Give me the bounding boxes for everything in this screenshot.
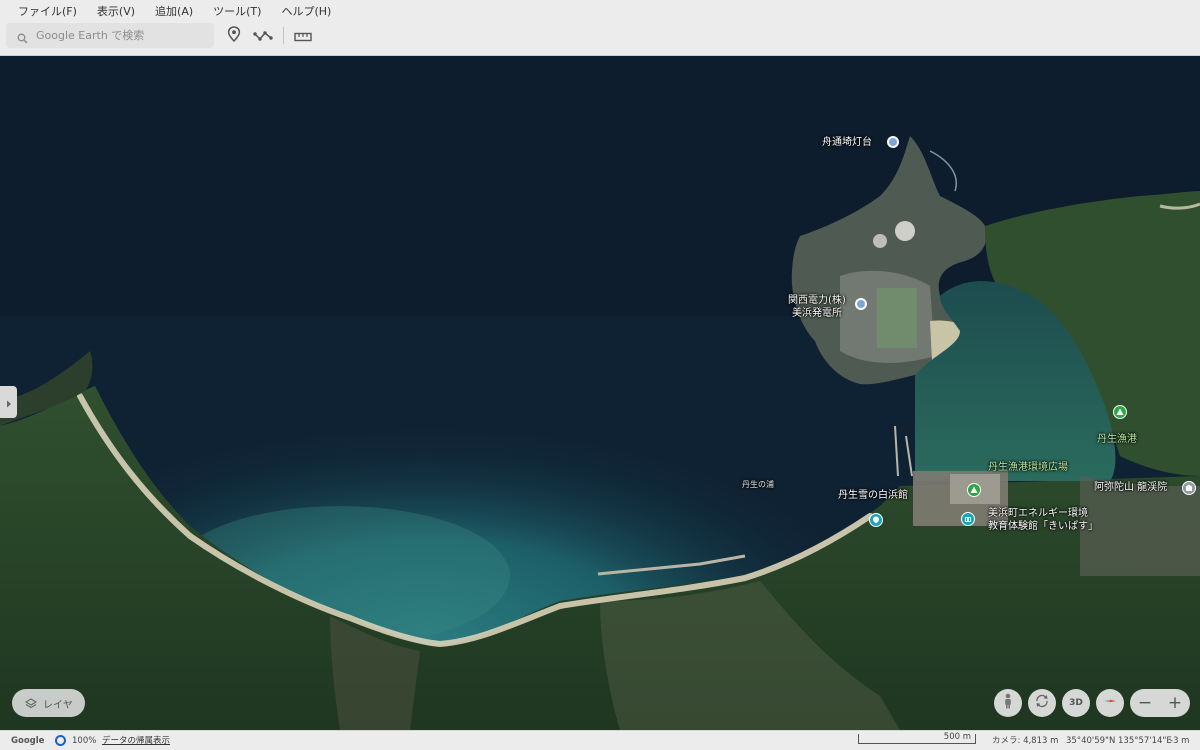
data-attribution-link[interactable]: データの帰属表示 [102, 736, 170, 747]
hotel-pin-icon[interactable] [869, 513, 883, 527]
temple-label[interactable]: 阿弥陀山 龍渓院 [1094, 482, 1167, 494]
lighthouse-label[interactable]: 舟通埼灯台 [822, 137, 872, 149]
path-icon [253, 27, 273, 46]
add-placemark-button[interactable] [222, 24, 246, 48]
google-logo: Google [11, 736, 45, 746]
street-view-button[interactable] [994, 689, 1022, 717]
ruler-icon [294, 27, 312, 46]
power-plant-label-line1[interactable]: 関西電力(株) [788, 295, 846, 307]
fishing-port-label[interactable]: 丹生漁港 [1097, 434, 1137, 446]
power-plant-pin-icon[interactable] [855, 298, 867, 310]
layers-button[interactable]: レイヤ [12, 689, 85, 717]
museum-pin-icon[interactable] [961, 512, 975, 526]
elevation: -3 m [1170, 736, 1190, 746]
zoom-in-button[interactable]: + [1160, 689, 1190, 717]
side-panel-toggle[interactable] [0, 386, 17, 418]
compass-icon [1102, 693, 1118, 713]
ruler-button[interactable] [291, 24, 315, 48]
rotate-icon [1034, 693, 1050, 713]
loading-percent: 100% [72, 736, 97, 746]
power-plant-label-line2[interactable]: 美浜発電所 [792, 308, 842, 320]
energy-center-label-line1[interactable]: 美浜町エネルギー環境 [988, 508, 1088, 520]
search-icon [17, 29, 28, 48]
top-toolbar: ファイル(F) 表示(V) 追加(A) ツール(T) ヘルプ(H) [0, 0, 1200, 56]
scale-bar: 500 m [858, 732, 976, 744]
menu-file[interactable]: ファイル(F) [8, 4, 87, 20]
status-bar: Google 100% データの帰属表示 500 m カメラ: 4,813 m … [0, 730, 1200, 750]
energy-center-label-line2[interactable]: 教育体験館「きいぱす」 [988, 521, 1098, 533]
zoom-out-button[interactable]: − [1130, 689, 1160, 717]
layers-label: レイヤ [43, 699, 73, 711]
layers-icon [24, 694, 38, 713]
menu-tools[interactable]: ツール(T) [203, 4, 271, 20]
zoom-controls: − + [1130, 689, 1190, 717]
toggle-3d-button[interactable]: 3D [1062, 689, 1090, 717]
search-box[interactable] [6, 23, 214, 48]
camera-altitude: カメラ: 4,813 m [992, 736, 1059, 746]
add-path-button[interactable] [251, 24, 275, 48]
menu-bar: ファイル(F) 表示(V) 追加(A) ツール(T) ヘルプ(H) [8, 4, 341, 20]
fishing-plaza-label[interactable]: 丹生漁港環境広場 [988, 462, 1068, 474]
toolbar-divider [283, 27, 284, 44]
pegman-icon [1003, 693, 1013, 713]
plaza-pin-icon[interactable] [967, 483, 981, 497]
search-input[interactable] [36, 26, 206, 45]
loading-indicator-icon [55, 735, 66, 746]
menu-help[interactable]: ヘルプ(H) [271, 4, 341, 20]
compass-button[interactable] [1096, 689, 1124, 717]
menu-add[interactable]: 追加(A) [145, 4, 203, 20]
bay-label: 丹生の浦 [742, 480, 774, 489]
placemark-icon [227, 26, 241, 46]
map-view[interactable]: 舟通埼灯台 関西電力(株) 美浜発電所 丹生漁港 丹生漁港環境広場 丹生の浦 丹… [0, 56, 1200, 730]
shirahama-hall-label[interactable]: 丹生雪の白浜館 [838, 490, 908, 502]
rotate-view-button[interactable] [1028, 689, 1056, 717]
coordinates: 35°40'59"N 135°57'14"E [1066, 736, 1172, 746]
scale-label: 500 m [943, 732, 971, 742]
satellite-imagery [0, 56, 1200, 730]
lighthouse-pin-icon[interactable] [887, 136, 899, 148]
chevron-right-icon [6, 393, 12, 412]
menu-view[interactable]: 表示(V) [87, 4, 145, 20]
temple-pin-icon[interactable] [1182, 481, 1196, 495]
park-pin-icon[interactable] [1113, 405, 1127, 419]
